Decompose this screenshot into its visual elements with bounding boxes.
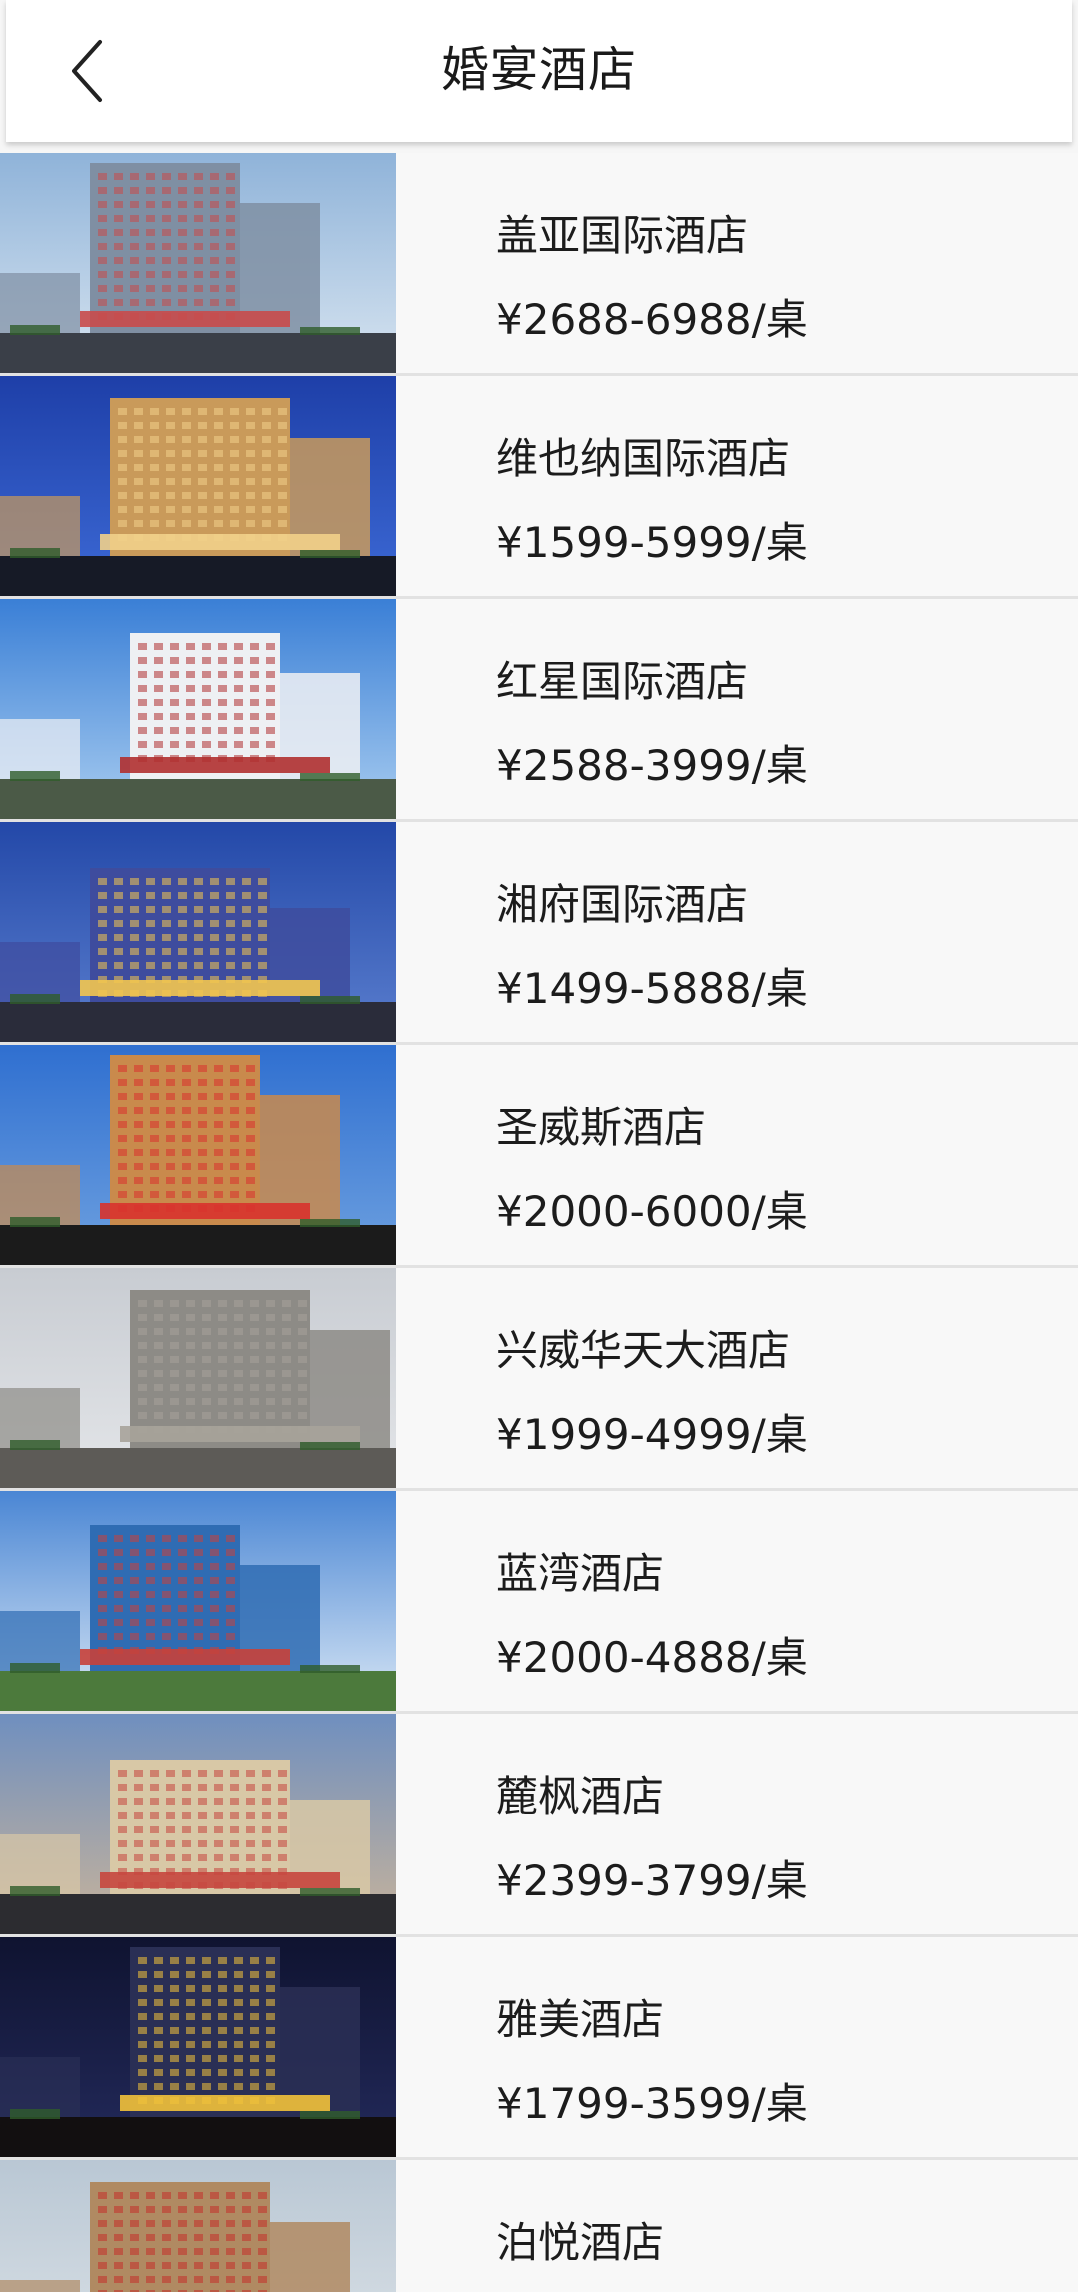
hotel-name: 盖亚国际酒店: [496, 211, 749, 260]
hotel-price: ¥2000-4888/桌: [496, 1633, 808, 1682]
hotel-price: ¥2000-6000/桌: [496, 1187, 808, 1236]
hotel-name: 麓枫酒店: [496, 1772, 665, 1821]
hotel-list-item[interactable]: 麓枫酒店 ¥2399-3799/桌: [0, 1714, 1078, 1937]
hotel-photo: [0, 376, 396, 596]
hotel-photo: [0, 1714, 396, 1934]
hotel-price: ¥2588-3999/桌: [496, 741, 808, 790]
hotel-photo-image: [0, 1491, 396, 1711]
hotel-price: ¥1599-5999/桌: [496, 518, 808, 567]
hotel-photo: [0, 1937, 396, 2157]
page: 婚宴酒店 盖亚国际酒店 ¥2688-6988/桌 维也纳国际酒店 ¥1599-5999…: [0, 0, 1078, 2292]
page-title: 婚宴酒店: [440, 42, 637, 98]
hotel-name: 红星国际酒店: [496, 657, 749, 706]
hotel-name: 泊悦酒店: [496, 2218, 665, 2267]
hotel-name: 维也纳国际酒店: [496, 434, 791, 483]
hotel-photo-image: [0, 376, 396, 596]
hotel-photo-image: [0, 599, 396, 819]
hotel-price: ¥2688-6988/桌: [496, 295, 808, 344]
hotel-list-item[interactable]: 盖亚国际酒店 ¥2688-6988/桌: [0, 153, 1078, 376]
hotel-price: ¥1799-3599/桌: [496, 2079, 808, 2128]
hotel-name: 蓝湾酒店: [496, 1549, 665, 1598]
hotel-name: 雅美酒店: [496, 1995, 665, 2044]
hotel-photo-image: [0, 1045, 396, 1265]
hotel-name: 圣威斯酒店: [496, 1103, 707, 1152]
hotel-photo-image: [0, 153, 396, 373]
hotel-list-item[interactable]: 泊悦酒店: [0, 2160, 1078, 2292]
hotel-list-item[interactable]: 蓝湾酒店 ¥2000-4888/桌: [0, 1491, 1078, 1714]
hotel-photo-image: [0, 2160, 396, 2292]
hotel-photo: [0, 822, 396, 1042]
hotel-photo: [0, 1491, 396, 1711]
top-nav-bar: 婚宴酒店: [6, 0, 1072, 142]
hotel-name: 兴威华天大酒店: [496, 1326, 791, 1375]
hotel-list-item[interactable]: 兴威华天大酒店 ¥1999-4999/桌: [0, 1268, 1078, 1491]
hotel-name: 湘府国际酒店: [496, 880, 749, 929]
hotel-list-item[interactable]: 圣威斯酒店 ¥2000-6000/桌: [0, 1045, 1078, 1268]
hotel-photo-image: [0, 822, 396, 1042]
hotel-list-item[interactable]: 湘府国际酒店 ¥1499-5888/桌: [0, 822, 1078, 1045]
hotel-photo: [0, 1268, 396, 1488]
hotel-photo: [0, 599, 396, 819]
hotel-list-item[interactable]: 雅美酒店 ¥1799-3599/桌: [0, 1937, 1078, 2160]
hotel-price: ¥2399-3799/桌: [496, 1856, 808, 1905]
hotel-price: ¥1999-4999/桌: [496, 1410, 808, 1459]
hotel-photo: [0, 153, 396, 373]
hotel-list: 盖亚国际酒店 ¥2688-6988/桌 维也纳国际酒店 ¥1599-5999/桌 红星国…: [0, 153, 1078, 2292]
hotel-photo: [0, 1045, 396, 1265]
hotel-photo-image: [0, 1937, 396, 2157]
hotel-photo: [0, 2160, 396, 2292]
hotel-list-item[interactable]: 维也纳国际酒店 ¥1599-5999/桌: [0, 376, 1078, 599]
hotel-list-item[interactable]: 红星国际酒店 ¥2588-3999/桌: [0, 599, 1078, 822]
hotel-photo-image: [0, 1714, 396, 1934]
hotel-price: ¥1499-5888/桌: [496, 964, 808, 1013]
hotel-photo-image: [0, 1268, 396, 1488]
